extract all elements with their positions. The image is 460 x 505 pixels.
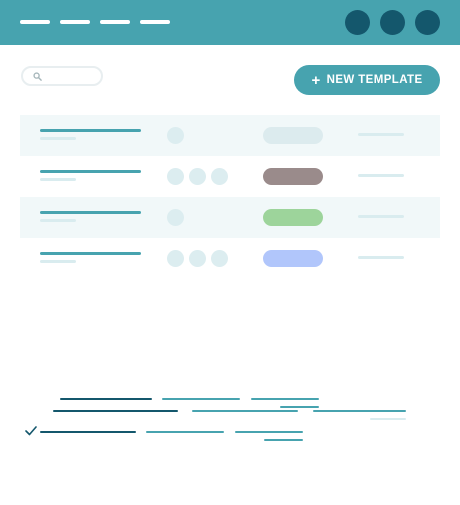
text-line — [146, 431, 224, 433]
text-line — [370, 418, 406, 420]
search-box[interactable] — [21, 66, 103, 86]
nav-item-4[interactable] — [140, 20, 170, 24]
template-table — [20, 115, 440, 279]
template-name[interactable] — [40, 129, 141, 132]
search-input[interactable] — [47, 69, 99, 83]
text-line — [162, 398, 240, 400]
template-subtitle — [40, 137, 76, 140]
assignees — [167, 168, 228, 185]
text-line — [280, 406, 319, 408]
table-row[interactable] — [20, 197, 440, 238]
assignees — [167, 209, 184, 226]
avatar[interactable] — [345, 10, 370, 35]
text-line — [251, 398, 319, 400]
assignees — [167, 250, 228, 267]
new-template-button[interactable]: + NEW TEMPLATE — [294, 65, 440, 95]
assignee-avatar — [211, 168, 228, 185]
table-row[interactable] — [20, 115, 440, 156]
assignee-avatar — [189, 250, 206, 267]
status-badge — [263, 209, 323, 226]
text-line — [313, 410, 406, 412]
text-line — [40, 431, 136, 433]
assignee-avatar — [167, 250, 184, 267]
assignee-avatar — [189, 168, 206, 185]
text-line — [235, 431, 303, 433]
nav-item-2[interactable] — [60, 20, 90, 24]
template-name[interactable] — [40, 252, 141, 255]
nav-item-3[interactable] — [100, 20, 130, 24]
template-name[interactable] — [40, 211, 141, 214]
avatar[interactable] — [415, 10, 440, 35]
text-line — [192, 410, 298, 412]
status-badge — [263, 168, 323, 185]
plus-icon: + — [311, 71, 321, 89]
template-meta — [358, 174, 404, 177]
template-meta — [358, 133, 404, 136]
assignee-avatar — [167, 168, 184, 185]
template-meta — [358, 256, 404, 259]
assignee-avatar — [211, 250, 228, 267]
status-badge — [263, 250, 323, 267]
new-template-label: NEW TEMPLATE — [326, 74, 423, 86]
template-name[interactable] — [40, 170, 141, 173]
avatar[interactable] — [380, 10, 405, 35]
table-row[interactable] — [20, 238, 440, 279]
assignee-avatar — [167, 127, 184, 144]
table-row[interactable] — [20, 156, 440, 197]
template-subtitle — [40, 219, 76, 222]
status-badge — [263, 127, 323, 144]
check-icon — [25, 426, 37, 436]
template-subtitle — [40, 260, 76, 263]
template-subtitle — [40, 178, 76, 181]
text-line — [53, 410, 178, 412]
template-meta — [358, 215, 404, 218]
assignees — [167, 127, 184, 144]
text-line — [264, 439, 303, 441]
search-icon — [33, 72, 42, 81]
top-bar — [0, 0, 460, 45]
nav-item-1[interactable] — [20, 20, 50, 24]
assignee-avatar — [167, 209, 184, 226]
text-line — [60, 398, 152, 400]
